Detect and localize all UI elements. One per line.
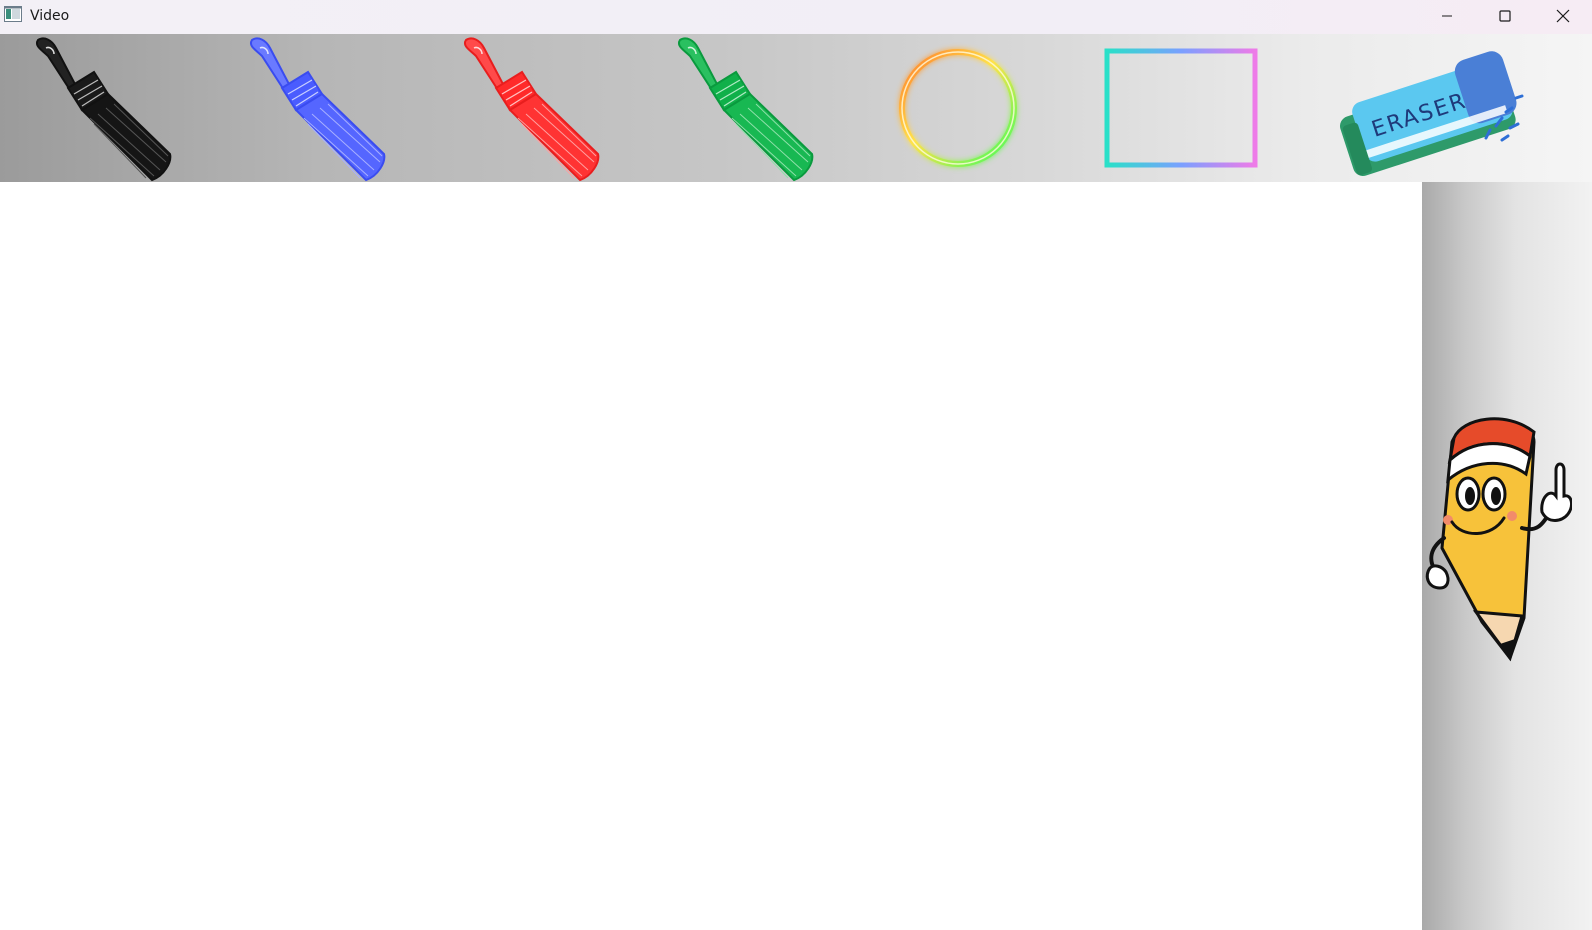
app-icon xyxy=(4,6,22,22)
rectangle-tool[interactable] xyxy=(1100,34,1264,182)
paint-brush-icon xyxy=(464,37,600,182)
circle-tool[interactable] xyxy=(886,34,1026,182)
window-title: Video xyxy=(30,8,70,24)
brush-green-tool[interactable] xyxy=(672,34,822,182)
tool-bar: ERASER xyxy=(0,34,1592,182)
maximize-icon xyxy=(1499,10,1511,22)
paint-brush-icon xyxy=(678,37,814,182)
eraser-tool[interactable]: ERASER xyxy=(1326,34,1538,182)
minimize-button[interactable] xyxy=(1424,0,1470,32)
paint-brush-icon xyxy=(250,37,386,182)
title-bar[interactable]: Video xyxy=(0,0,1592,34)
close-icon xyxy=(1556,9,1570,23)
pencil-mascot-icon xyxy=(1422,408,1572,670)
rectangle-shape-icon xyxy=(1104,48,1258,168)
minimize-icon xyxy=(1442,15,1452,17)
app-window: Video ERASER xyxy=(0,0,1592,930)
brush-red-tool[interactable] xyxy=(458,34,608,182)
side-panel xyxy=(1422,182,1592,930)
circle-shape-icon xyxy=(899,49,1017,167)
maximize-button[interactable] xyxy=(1482,0,1528,32)
brush-black-tool[interactable] xyxy=(30,34,180,182)
paint-brush-icon xyxy=(36,37,172,182)
brush-blue-tool[interactable] xyxy=(244,34,394,182)
drawing-canvas[interactable] xyxy=(0,182,1422,930)
close-button[interactable] xyxy=(1540,0,1586,32)
eraser-icon: ERASER xyxy=(1340,51,1524,177)
